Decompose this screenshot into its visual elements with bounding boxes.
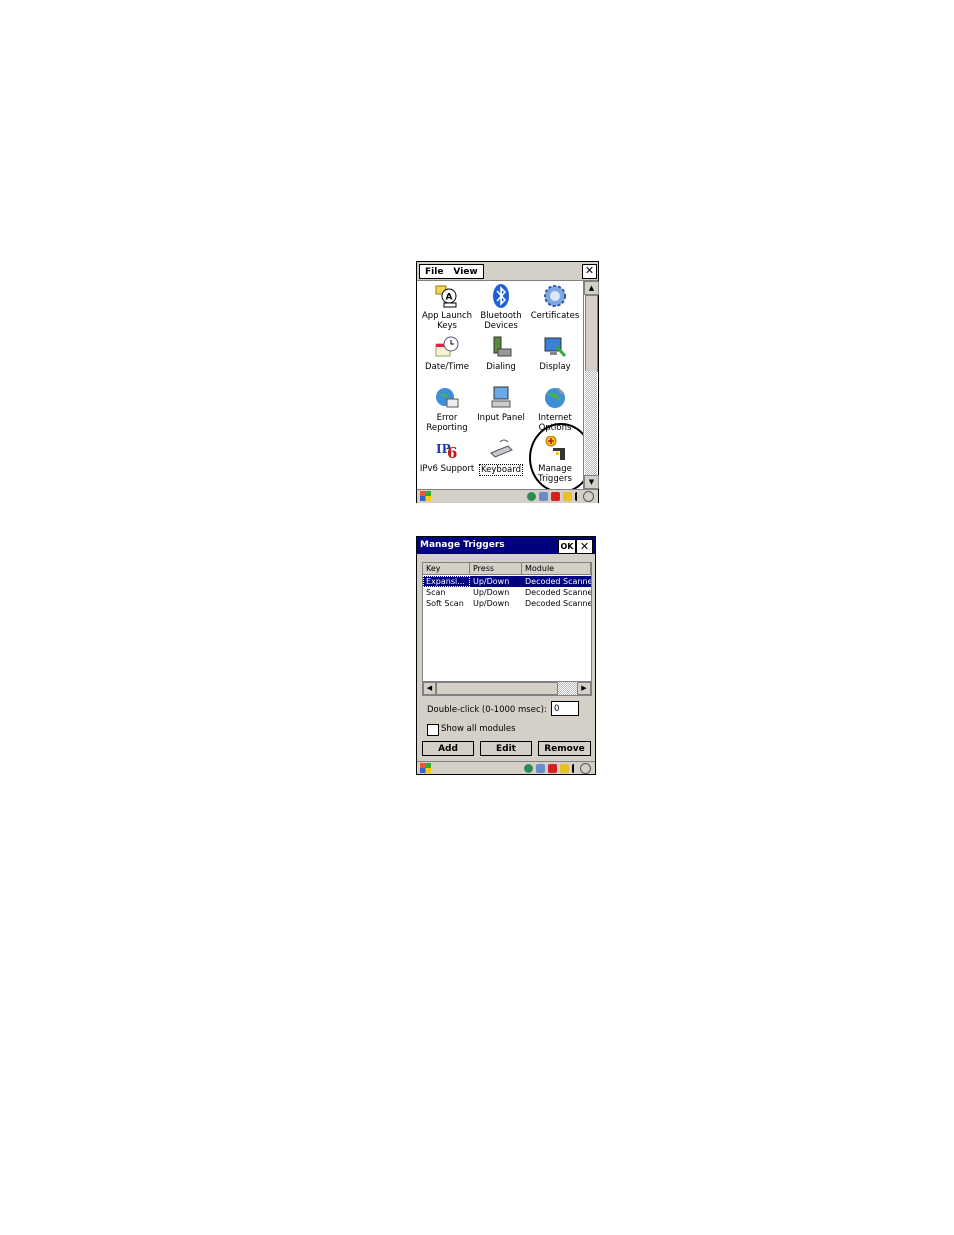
ok-button[interactable]: OK bbox=[558, 539, 576, 554]
cell-module: Decoded Scanner bbox=[525, 588, 591, 597]
scanner-icon[interactable] bbox=[548, 764, 557, 773]
edit-button[interactable]: Edit bbox=[480, 741, 532, 756]
item-label: Dialing bbox=[486, 362, 516, 372]
horizontal-scrollbar[interactable]: ◀ ▶ bbox=[423, 681, 591, 695]
taskbar bbox=[417, 761, 595, 774]
menu-file[interactable]: File bbox=[420, 267, 448, 277]
menu-bar: File View ✕ bbox=[417, 262, 598, 281]
system-tray bbox=[527, 491, 594, 502]
vertical-scrollbar[interactable]: ▲ ▼ bbox=[583, 281, 599, 489]
scroll-thumb[interactable] bbox=[436, 682, 558, 695]
lock-icon[interactable] bbox=[563, 492, 572, 501]
item-label: Keyboard bbox=[479, 464, 523, 476]
cell-key: Soft Scan bbox=[426, 599, 464, 608]
scanner-icon[interactable] bbox=[551, 492, 560, 501]
dialing-icon bbox=[488, 334, 514, 360]
cell-module: Decoded Scanner bbox=[525, 599, 591, 608]
keyboard-icon bbox=[488, 436, 514, 462]
item-label: IPv6 Support bbox=[419, 464, 475, 474]
scroll-down-button[interactable]: ▼ bbox=[584, 475, 599, 489]
double-click-input[interactable]: 0 bbox=[551, 701, 579, 716]
cell-press: Up/Down bbox=[473, 599, 510, 608]
manage-triggers-window: Manage Triggers OK ✕ Key Press Module Ex… bbox=[416, 536, 596, 775]
network-icon[interactable] bbox=[527, 492, 536, 501]
show-all-modules-label: Show all modules bbox=[441, 724, 516, 734]
scroll-right-button[interactable]: ▶ bbox=[577, 682, 591, 695]
close-button[interactable]: ✕ bbox=[576, 539, 593, 554]
item-display[interactable]: Display bbox=[527, 334, 583, 372]
item-app-launch-keys[interactable]: A App Launch Keys bbox=[419, 283, 475, 331]
item-certificates[interactable]: Certificates bbox=[527, 283, 583, 321]
connection-icon[interactable] bbox=[536, 764, 545, 773]
item-ipv6-support[interactable]: IP 6 IPv6 Support bbox=[419, 436, 475, 474]
item-label: Display bbox=[539, 362, 571, 372]
menu-group: File View bbox=[419, 264, 484, 279]
cell-key: Expansi... bbox=[423, 576, 470, 587]
scroll-track[interactable] bbox=[558, 682, 577, 695]
item-label: Certificates bbox=[530, 311, 580, 321]
table-row[interactable]: Expansi... Up/Down Decoded Scanner bbox=[423, 576, 591, 587]
svg-text:A: A bbox=[446, 293, 453, 303]
certificates-icon bbox=[542, 283, 568, 309]
triggers-list[interactable]: Key Press Module Expansi... Up/Down Deco… bbox=[422, 562, 592, 696]
start-icon[interactable] bbox=[420, 763, 431, 773]
app-launch-keys-icon: A bbox=[434, 283, 460, 309]
scroll-track[interactable] bbox=[585, 371, 597, 475]
taskbar bbox=[417, 489, 598, 503]
window-title: Manage Triggers OK ✕ bbox=[417, 537, 595, 554]
input-panel-icon bbox=[488, 385, 514, 411]
item-label: App Launch Keys bbox=[421, 311, 473, 331]
lock-icon[interactable] bbox=[560, 764, 569, 773]
scroll-thumb[interactable] bbox=[585, 295, 598, 372]
table-row[interactable]: Soft Scan Up/Down Decoded Scanner bbox=[423, 598, 591, 609]
show-all-modules-checkbox[interactable] bbox=[427, 724, 439, 736]
item-error-reporting[interactable]: Error Reporting bbox=[419, 385, 475, 433]
start-icon[interactable] bbox=[420, 491, 431, 501]
item-label: Date/Time bbox=[425, 362, 469, 372]
remove-button[interactable]: Remove bbox=[538, 741, 591, 756]
list-header: Key Press Module bbox=[423, 563, 591, 575]
cell-press: Up/Down bbox=[473, 588, 510, 597]
info-icon[interactable] bbox=[572, 764, 577, 773]
ipv6-icon: IP 6 bbox=[434, 436, 460, 462]
cell-module: Decoded Scanner bbox=[525, 577, 591, 586]
control-panel-window: File View ✕ A App Launch Keys Bluetooth … bbox=[416, 261, 599, 503]
info-icon[interactable] bbox=[575, 492, 580, 501]
battery-icon[interactable] bbox=[580, 763, 591, 774]
bluetooth-icon bbox=[488, 283, 514, 309]
item-bluetooth-devices[interactable]: Bluetooth Devices bbox=[473, 283, 529, 331]
table-row[interactable]: Scan Up/Down Decoded Scanner bbox=[423, 587, 591, 598]
menu-view[interactable]: View bbox=[448, 267, 482, 277]
error-reporting-icon bbox=[434, 385, 460, 411]
internet-options-icon bbox=[542, 385, 568, 411]
item-label: Error Reporting bbox=[426, 413, 468, 433]
cell-key: Scan bbox=[426, 588, 446, 597]
date-time-icon bbox=[434, 334, 460, 360]
scroll-up-button[interactable]: ▲ bbox=[584, 281, 599, 295]
system-tray bbox=[524, 763, 591, 774]
connection-icon[interactable] bbox=[539, 492, 548, 501]
item-keyboard[interactable]: Keyboard bbox=[473, 436, 529, 476]
battery-icon[interactable] bbox=[583, 491, 594, 502]
network-icon[interactable] bbox=[524, 764, 533, 773]
scroll-left-button[interactable]: ◀ bbox=[423, 682, 436, 695]
item-date-time[interactable]: Date/Time bbox=[419, 334, 475, 372]
item-dialing[interactable]: Dialing bbox=[473, 334, 529, 372]
column-module[interactable]: Module bbox=[522, 563, 591, 574]
item-input-panel[interactable]: Input Panel bbox=[473, 385, 529, 423]
title-text: Manage Triggers bbox=[420, 540, 505, 550]
item-label: Bluetooth Devices bbox=[480, 311, 522, 331]
cell-press: Up/Down bbox=[473, 577, 510, 586]
display-icon bbox=[542, 334, 568, 360]
double-click-label: Double-click (0-1000 msec): bbox=[427, 705, 547, 715]
add-button[interactable]: Add bbox=[422, 741, 474, 756]
column-press[interactable]: Press bbox=[470, 563, 522, 574]
column-key[interactable]: Key bbox=[423, 563, 470, 574]
svg-text:6: 6 bbox=[447, 444, 457, 462]
close-button[interactable]: ✕ bbox=[582, 264, 597, 279]
item-label: Input Panel bbox=[477, 413, 525, 423]
